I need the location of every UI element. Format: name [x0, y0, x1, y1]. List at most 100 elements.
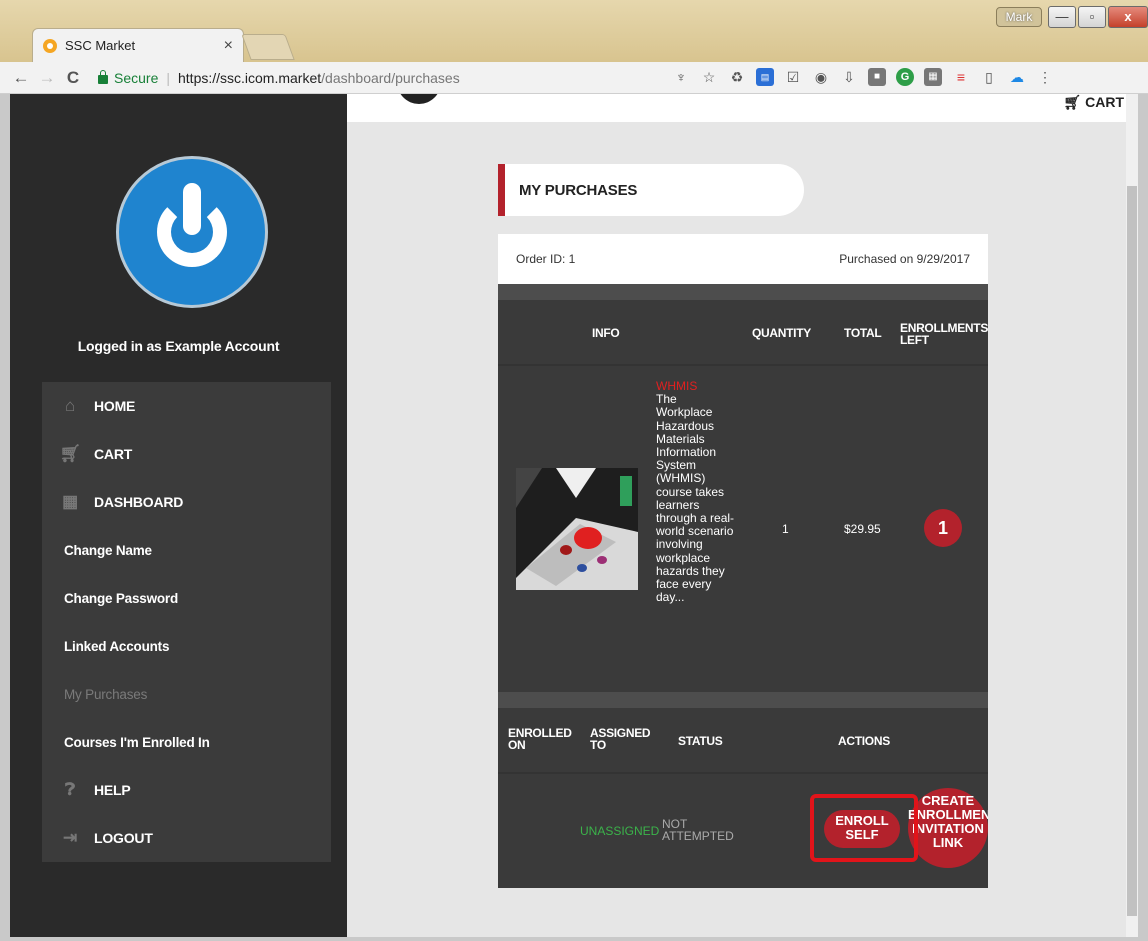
lab-image	[516, 468, 638, 590]
sidebar-item-change-name[interactable]: Change Name	[42, 530, 331, 570]
recycle-icon[interactable]: ♻	[728, 68, 746, 86]
sidebar-item-label: HOME	[94, 398, 136, 414]
column-enrollments-left: ENROLLMENTS LEFT	[900, 321, 988, 347]
page-scrollbar[interactable]	[1126, 94, 1138, 937]
sidebar-item-label: LOGOUT	[94, 830, 153, 846]
dashboard-icon: ▦	[62, 492, 78, 511]
address-bar: ← → C Secure | https://ssc.icom.market/d…	[0, 62, 1148, 94]
url-host: https://ssc.icom.market	[178, 69, 322, 86]
course-description-text: The Workplace Hazardous Materials Inform…	[656, 392, 735, 605]
sidebar-item-courses-enrolled[interactable]: Courses I'm Enrolled In	[42, 722, 331, 762]
column-total: TOTAL	[844, 326, 882, 340]
home-icon: ⌂	[64, 396, 76, 415]
cloud-icon[interactable]: ☁	[1008, 68, 1026, 86]
power-stem-icon	[183, 183, 201, 235]
order-id: Order ID: 1	[516, 252, 576, 266]
close-window-button[interactable]: x	[1108, 6, 1148, 28]
pin-icon[interactable]: ♆	[672, 68, 690, 86]
grammarly-icon[interactable]: G	[896, 68, 914, 86]
url-path: /dashboard/purchases	[321, 69, 460, 86]
profile-button[interactable]: Mark	[996, 7, 1042, 27]
sidebar-item-label: Change Password	[64, 590, 179, 606]
item-total: $29.95	[844, 522, 881, 536]
logged-in-label: Logged in as Example Account	[77, 338, 280, 354]
sidebar: Logged in as Example Account ⌂ HOME 🛒︎ C…	[10, 94, 347, 937]
sidebar-item-label: DASHBOARD	[94, 494, 184, 510]
attempt-status: NOT ATTEMPTED	[662, 817, 734, 843]
sidebar-item-help[interactable]: ❓︎ HELP	[42, 770, 331, 810]
sidebar-item-label: Courses I'm Enrolled In	[64, 734, 210, 750]
sidebar-item-logout[interactable]: ⇥ LOGOUT	[42, 818, 331, 858]
star-icon[interactable]: ☆	[700, 68, 718, 86]
tab-title: SSC Market	[65, 38, 136, 53]
page-content: Logged in as Example Account ⌂ HOME 🛒︎ C…	[10, 94, 1138, 937]
reload-button[interactable]: C	[60, 68, 86, 88]
sidebar-item-cart[interactable]: 🛒︎ CART	[42, 434, 331, 474]
table-divider	[498, 364, 988, 366]
assigned-status: UNASSIGNED	[580, 824, 660, 838]
download-arrow-icon[interactable]: ⇩	[840, 68, 858, 86]
column-info: INFO	[592, 326, 620, 340]
order-header: Order ID: 1 Purchased on 9/29/2017	[498, 234, 988, 286]
lock-icon	[98, 69, 108, 84]
header-logo[interactable]	[397, 94, 441, 104]
course-description: WHMIS The Workplace Hazardous Materials …	[656, 379, 736, 605]
item-quantity: 1	[782, 522, 789, 536]
purchase-date: Purchased on 9/29/2017	[839, 252, 970, 266]
sidebar-item-dashboard[interactable]: ▦ DASHBOARD	[42, 482, 331, 522]
cart-icon: 🛒︎	[1063, 94, 1082, 110]
page-title: MY PURCHASES	[498, 164, 804, 216]
checkbox-icon[interactable]: ☑	[784, 68, 802, 86]
new-tab-button[interactable]	[241, 34, 295, 60]
sidebar-item-home[interactable]: ⌂ HOME	[42, 386, 331, 426]
menu-dots-icon[interactable]: ⋮	[1036, 68, 1054, 86]
screen-new-icon[interactable]: ▤	[756, 68, 774, 86]
course-thumbnail[interactable]	[516, 468, 638, 590]
url-field[interactable]: Secure | https://ssc.icom.market/dashboa…	[92, 66, 732, 90]
minimize-button[interactable]: —	[1048, 6, 1076, 28]
ssc-favicon-icon	[43, 38, 57, 53]
filter-icon[interactable]: ≡	[952, 68, 970, 86]
sidebar-item-my-purchases[interactable]: My Purchases	[42, 674, 331, 714]
header-cart-link[interactable]: 🛒︎ CART	[1063, 94, 1124, 111]
window-titlebar: SSC Market × Mark — ▫ x	[0, 0, 1148, 62]
sidebar-item-label: CART	[94, 446, 133, 462]
browser-tab[interactable]: SSC Market ×	[32, 28, 244, 62]
enrollments-left-badge: 1	[924, 509, 962, 547]
sidebar-item-label: My Purchases	[64, 686, 148, 702]
table-divider	[498, 692, 988, 708]
create-invitation-link-button[interactable]: CREATE ENROLLMENT INVITATION LINK	[908, 788, 988, 868]
logout-icon: ⇥	[62, 828, 78, 847]
url-separator: |	[166, 69, 170, 86]
header-cart-label: CART	[1085, 94, 1124, 110]
forward-button[interactable]: →	[34, 68, 60, 88]
column-quantity: QUANTITY	[752, 326, 811, 340]
sidebar-item-label: Linked Accounts	[64, 638, 170, 654]
sidebar-item-label: Change Name	[64, 542, 152, 558]
extension-toolbar: ♆ ☆ ♻ ▤ ☑ ◉ ⇩ ■ G ▦ ≡ ▯ ☁ ⋮	[672, 68, 1054, 86]
column-assigned-to: ASSIGNED TO	[590, 726, 651, 752]
secure-label: Secure	[114, 69, 159, 86]
site-logo	[116, 156, 268, 308]
cart-icon: 🛒︎	[59, 444, 81, 463]
tab-close-icon[interactable]: ×	[224, 37, 233, 55]
maximize-button[interactable]: ▫	[1078, 6, 1106, 28]
table-divider	[498, 284, 988, 300]
scrollbar-thumb[interactable]	[1127, 186, 1137, 916]
table-divider	[498, 772, 988, 774]
sidebar-menu: ⌂ HOME 🛒︎ CART ▦ DASHBOARD Change Name C…	[42, 382, 331, 862]
square-icon[interactable]: ■	[868, 68, 886, 86]
help-icon: ❓︎	[64, 780, 76, 799]
sidebar-item-change-password[interactable]: Change Password	[42, 578, 331, 618]
sidebar-item-linked-accounts[interactable]: Linked Accounts	[42, 626, 331, 666]
highlight-box	[810, 794, 918, 862]
sidebar-item-label: HELP	[94, 782, 131, 798]
eye-icon[interactable]: ◉	[812, 68, 830, 86]
page-title-text: MY PURCHASES	[519, 181, 638, 199]
column-status: STATUS	[678, 734, 723, 748]
column-enrolled-on: ENROLLED ON	[508, 726, 572, 752]
gray-box-icon[interactable]: ▦	[924, 68, 942, 86]
back-button[interactable]: ←	[8, 68, 34, 88]
column-actions: ACTIONS	[838, 734, 890, 748]
pdf-icon[interactable]: ▯	[980, 68, 998, 86]
